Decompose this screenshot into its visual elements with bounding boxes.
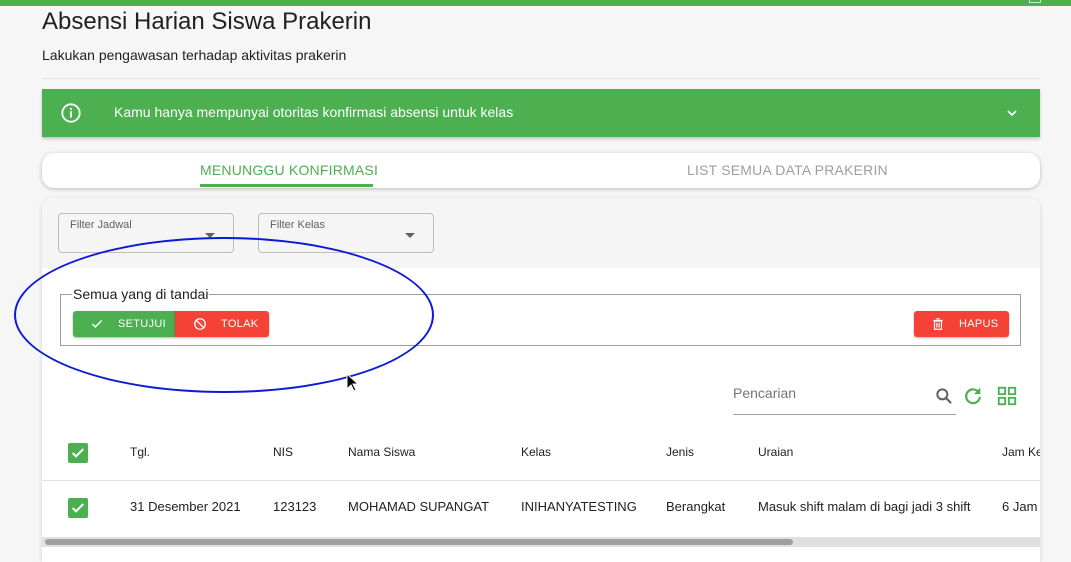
tab-menunggu-konfirmasi[interactable]: MENUNGGU KONFIRMASI bbox=[200, 162, 378, 178]
check-icon bbox=[91, 319, 103, 328]
delete-selected-button[interactable]: HAPUS bbox=[914, 311, 1009, 337]
reject-selected-button[interactable]: TOLAK bbox=[175, 311, 269, 337]
alert-message: Kamu hanya mempunyai otoritas konfirmasi… bbox=[114, 104, 514, 120]
topbar-menu-icon[interactable] bbox=[1029, 0, 1041, 3]
search-input[interactable]: Pencarian bbox=[733, 378, 956, 415]
filter-jadwal-select[interactable]: Filter Jadwal bbox=[58, 213, 234, 253]
page-subtitle: Lakukan pengawasan terhadap aktivitas pr… bbox=[42, 47, 347, 63]
checkmark-icon bbox=[71, 503, 85, 513]
column-header-nis[interactable]: NIS bbox=[273, 445, 293, 459]
cell-jam-ke: 6 Jam bbox=[1002, 499, 1038, 514]
cell-nis: 123123 bbox=[273, 499, 317, 514]
info-alert[interactable]: Kamu hanya mempunyai otoritas konfirmasi… bbox=[42, 89, 1040, 137]
column-header-jam-ke[interactable]: Jam Ke bbox=[1002, 445, 1040, 459]
cell-kelas: INIHANYATESTING bbox=[521, 499, 637, 514]
info-icon bbox=[61, 103, 81, 123]
top-app-bar bbox=[0, 0, 1071, 6]
column-header-uraian[interactable]: Uraian bbox=[758, 445, 793, 459]
search-placeholder: Pencarian bbox=[733, 385, 797, 401]
header-divider bbox=[42, 78, 1040, 79]
tab-bar: MENUNGGU KONFIRMASI LIST SEMUA DATA PRAK… bbox=[42, 153, 1040, 188]
grid-view-icon[interactable] bbox=[996, 385, 1018, 407]
bulk-action-group: Semua yang di tandai SETUJUI TOLAK HAPUS bbox=[60, 286, 1021, 346]
scrollbar-thumb[interactable] bbox=[45, 539, 793, 545]
approve-selected-button[interactable]: SETUJUI bbox=[73, 311, 175, 337]
refresh-icon[interactable] bbox=[962, 385, 984, 407]
content-card: Filter Jadwal Filter Kelas Semua yang di… bbox=[42, 198, 1040, 562]
chevron-down-icon[interactable] bbox=[1004, 105, 1020, 121]
page-title: Absensi Harian Siswa Prakerin bbox=[42, 8, 372, 35]
column-header-tgl[interactable]: Tgl. bbox=[130, 445, 150, 459]
delete-label: HAPUS bbox=[959, 318, 999, 330]
row-checkbox[interactable] bbox=[68, 498, 88, 518]
trash-icon bbox=[933, 318, 943, 330]
active-tab-indicator bbox=[200, 184, 373, 187]
filter-area: Filter Jadwal Filter Kelas bbox=[42, 198, 1040, 268]
filter-jadwal-label: Filter Jadwal bbox=[70, 219, 132, 231]
checkmark-icon bbox=[71, 448, 85, 458]
horizontal-scrollbar[interactable] bbox=[42, 537, 1040, 547]
filter-kelas-label: Filter Kelas bbox=[270, 219, 326, 231]
cell-jenis: Berangkat bbox=[666, 499, 726, 514]
search-icon[interactable] bbox=[934, 386, 954, 406]
column-header-nama-siswa[interactable]: Nama Siswa bbox=[348, 445, 415, 459]
mouse-cursor-icon bbox=[346, 373, 360, 392]
dropdown-arrow-icon bbox=[405, 233, 415, 238]
cell-tgl: 31 Desember 2021 bbox=[130, 499, 241, 514]
select-all-checkbox[interactable] bbox=[68, 443, 88, 463]
filter-kelas-select[interactable]: Filter Kelas bbox=[258, 213, 434, 253]
block-icon bbox=[194, 318, 206, 330]
approve-label: SETUJUI bbox=[118, 318, 166, 330]
table-row[interactable]: 31 Desember 2021 123123 MOHAMAD SUPANGAT… bbox=[42, 482, 1040, 537]
reject-label: TOLAK bbox=[221, 318, 259, 330]
bulk-action-legend: Semua yang di tandai bbox=[72, 286, 210, 302]
tab-list-semua-data[interactable]: LIST SEMUA DATA PRAKERIN bbox=[687, 162, 888, 178]
cell-uraian: Masuk shift malam di bagi jadi 3 shift bbox=[758, 499, 971, 514]
dropdown-arrow-icon bbox=[205, 233, 215, 238]
table-header: Tgl. NIS Nama Siswa Kelas Jenis Uraian J… bbox=[42, 431, 1040, 481]
column-header-kelas[interactable]: Kelas bbox=[521, 445, 551, 459]
cell-nama-siswa: MOHAMAD SUPANGAT bbox=[348, 499, 490, 514]
column-header-jenis[interactable]: Jenis bbox=[666, 445, 694, 459]
